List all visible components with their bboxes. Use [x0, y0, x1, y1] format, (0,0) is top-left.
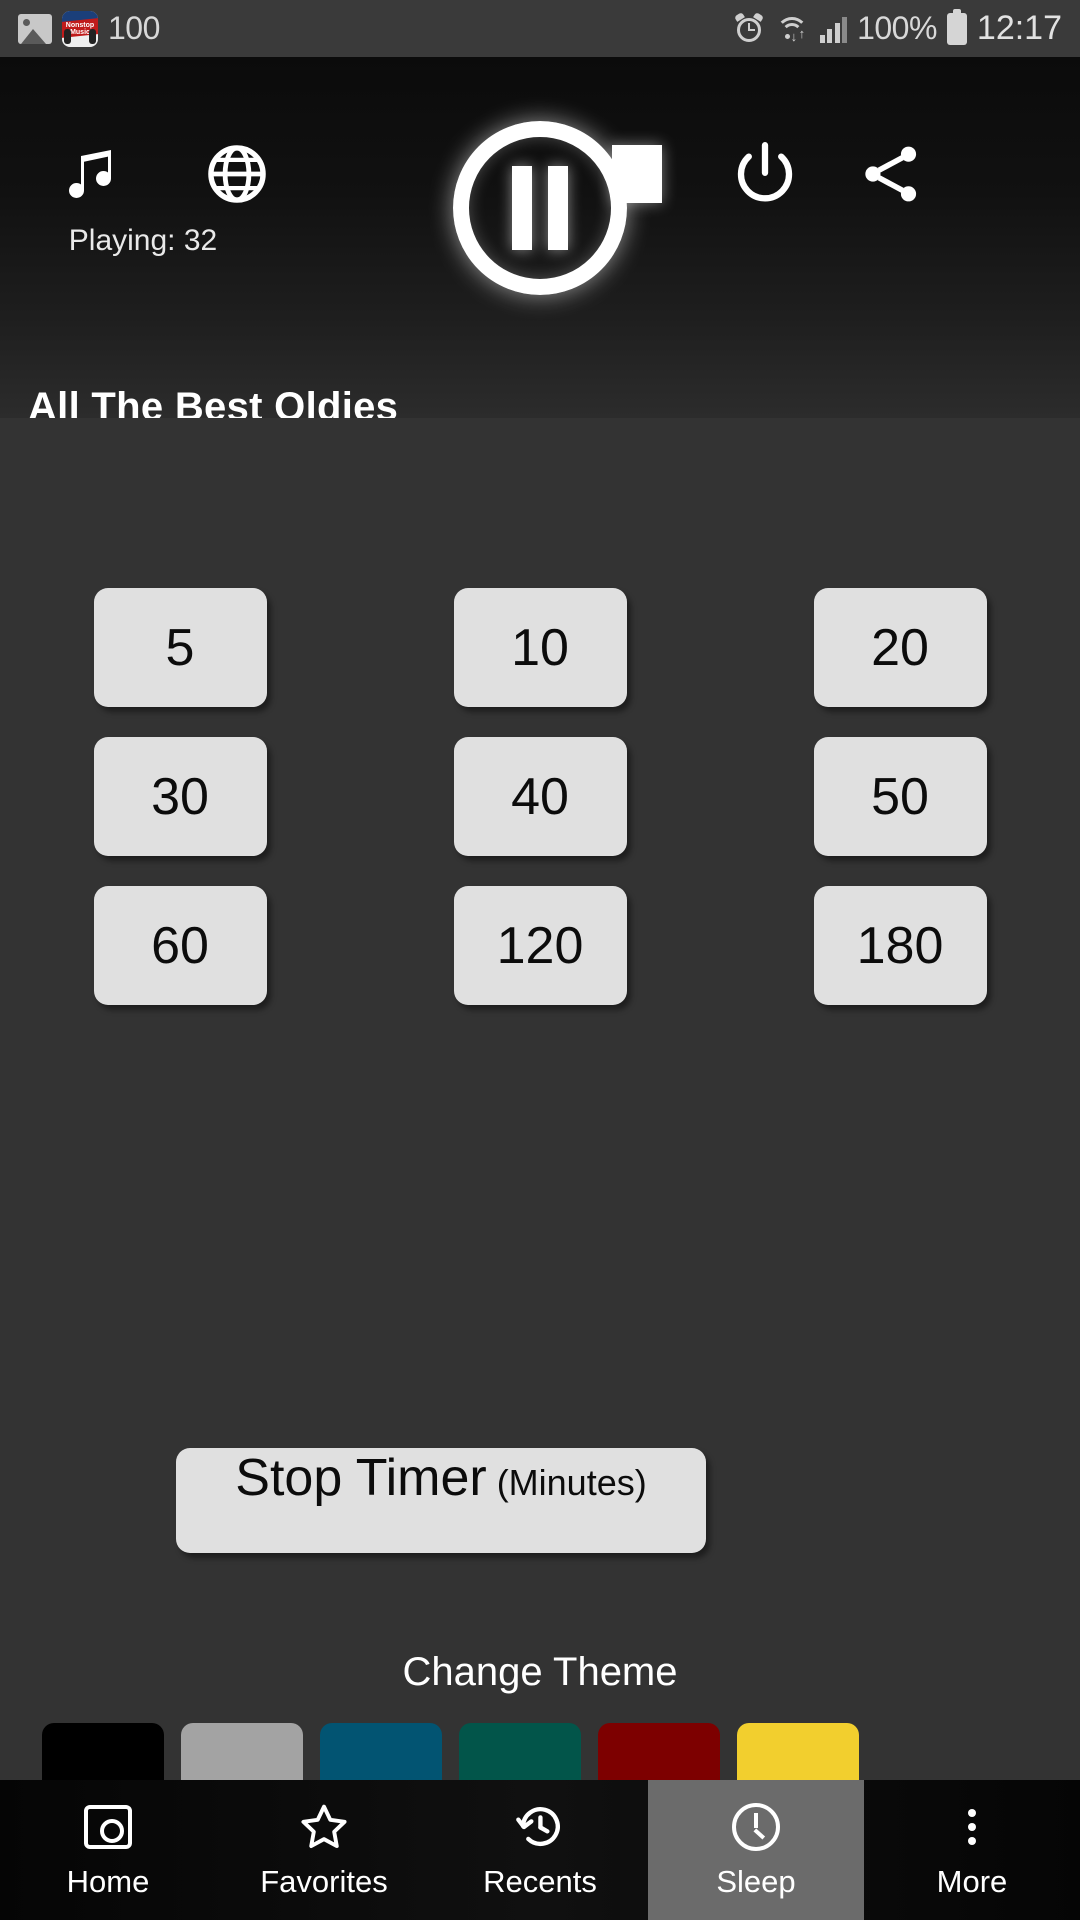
image-icon [18, 13, 52, 44]
clock-icon [732, 1800, 780, 1854]
notification-count: 100 [108, 10, 160, 46]
status-bar-left: Nonstop Music 100 [18, 10, 160, 47]
timer-preset-button[interactable]: 120 [453, 886, 627, 1005]
nav-item-recents[interactable]: Recents [432, 1780, 648, 1920]
nav-label: Recents [483, 1864, 597, 1899]
nav-label: Sleep [716, 1864, 796, 1899]
timer-preset-button[interactable]: 40 [453, 737, 627, 856]
player-controls: Playing: 32 [0, 109, 1080, 295]
nav-item-home[interactable]: Home [0, 1780, 216, 1920]
nav-label: Favorites [260, 1864, 388, 1899]
clock-time: 12:17 [976, 9, 1062, 47]
timer-preset-grid: 5 10 20 30 40 50 60 120 180 [0, 588, 1080, 1005]
share-icon[interactable] [846, 129, 936, 219]
bottom-navigation: Home Favorites Recents Sleep More [0, 1780, 1080, 1920]
change-theme-heading: Change Theme [402, 1650, 678, 1694]
stop-timer-button[interactable]: Stop Timer (Minutes) [176, 1448, 706, 1553]
nav-item-favorites[interactable]: Favorites [216, 1780, 432, 1920]
stop-timer-label: Stop Timer [235, 1449, 487, 1507]
timer-preset-button[interactable]: 5 [93, 588, 267, 707]
nav-item-more[interactable]: More [864, 1780, 1080, 1920]
playing-count-label: Playing: 32 [68, 224, 218, 257]
stop-timer-units-label: (Minutes) [496, 1462, 647, 1503]
signal-icon [819, 15, 848, 43]
globe-icon[interactable] [192, 129, 282, 219]
radio-icon [84, 1800, 132, 1854]
app-root: Nonstop Music 100 ↓ ↑ 100% 12:17 Playing… [0, 0, 1080, 1920]
history-icon [514, 1800, 566, 1854]
timer-preset-button[interactable]: 180 [813, 886, 987, 1005]
timer-preset-button[interactable]: 50 [813, 737, 987, 856]
battery-icon [946, 8, 967, 45]
nav-label: Home [66, 1864, 150, 1899]
nav-label: More [936, 1864, 1008, 1899]
timer-preset-button[interactable]: 30 [93, 737, 267, 856]
power-icon[interactable] [720, 129, 810, 219]
timer-preset-button[interactable]: 20 [813, 588, 987, 707]
nonstop-music-app-icon: Nonstop Music [62, 10, 98, 47]
status-bar: Nonstop Music 100 ↓ ↑ 100% 12:17 [0, 0, 1080, 57]
battery-percent: 100% [857, 10, 937, 46]
sleep-timer-panel: 5 10 20 30 40 50 60 120 180 Stop Timer (… [0, 418, 1080, 1826]
status-bar-right: ↓ ↑ 100% 12:17 [733, 8, 1062, 48]
player-header: Playing: 32 All The Best Oldies [0, 57, 1080, 429]
alarm-icon [733, 11, 764, 45]
star-icon [298, 1800, 350, 1854]
wifi-icon: ↓ ↑ [774, 14, 810, 44]
timer-preset-button[interactable]: 60 [93, 886, 267, 1005]
music-note-icon[interactable] [48, 129, 138, 219]
overflow-menu-icon [968, 1800, 976, 1854]
timer-preset-button[interactable]: 10 [453, 588, 627, 707]
stop-square-icon[interactable] [592, 129, 682, 219]
nav-item-sleep[interactable]: Sleep [648, 1780, 864, 1920]
